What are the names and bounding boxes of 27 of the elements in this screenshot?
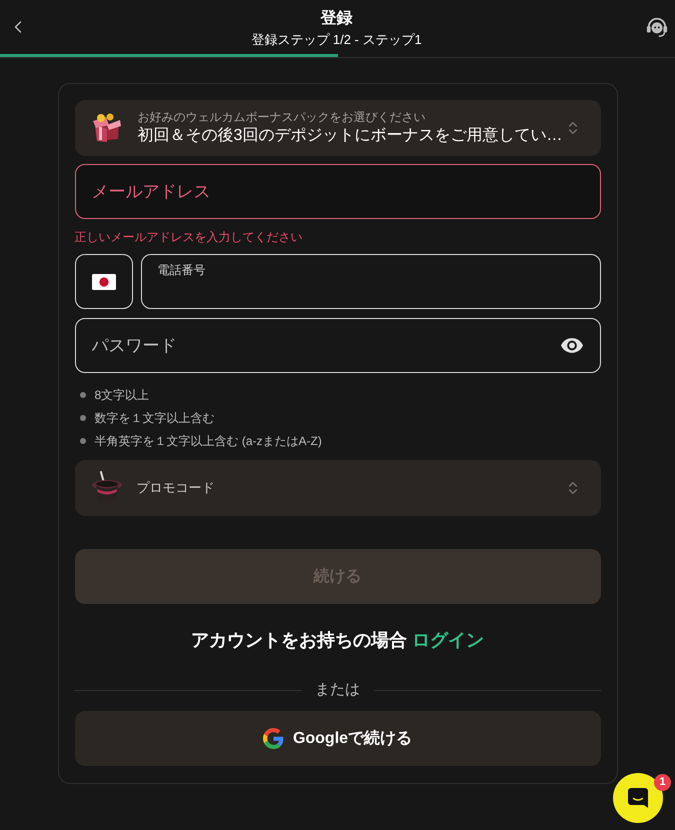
bonus-select-label: お好みのウェルカムボーナスパックをお選びください — [138, 110, 426, 125]
step-subtitle: 登録ステップ 1/2 - ステップ1 — [251, 30, 422, 48]
password-rule-text: 数字を１文字以上含む — [94, 410, 214, 426]
password-rule-text: 8文字以上 — [94, 386, 150, 404]
country-code-button[interactable] — [74, 254, 132, 309]
email-field[interactable]: メールアドレス — [74, 164, 600, 219]
google-logo-icon — [262, 728, 284, 749]
bonus-select-value: 初回＆その後3回のデポジットにボーナスをご用意してい… — [138, 126, 564, 146]
password-rule-text: 半角英字を１文字以上含む (a-zまたはA-Z) — [94, 432, 322, 450]
divider-text: または — [315, 680, 360, 700]
notification-badge: 1 — [654, 774, 671, 791]
login-prompt-text: アカウントをお持ちの場合 ログイン — [190, 629, 485, 652]
email-error-text: 正しいメールアドレスを入力してください — [74, 229, 304, 245]
password-field[interactable]: パスワード — [74, 318, 600, 373]
chat-bubble-icon — [628, 788, 648, 808]
page-title: 登録 — [320, 8, 352, 28]
google-button[interactable]: Googleで続ける — [74, 711, 600, 766]
phone-field[interactable]: 電話番号 — [140, 254, 600, 309]
phone-field-label: 電話番号 — [158, 263, 206, 278]
bonus-select[interactable]: お好みのウェルカムボーナスパックをお選びください 初回＆その後3回のデポジットにボーナスをご用意してい… — [74, 100, 600, 156]
eye-icon[interactable] — [560, 338, 582, 353]
promo-code-placeholder: プロモコード — [136, 479, 216, 498]
login-link[interactable]: ログイン — [412, 630, 484, 650]
promo-code-select[interactable]: プロモコード — [74, 460, 600, 516]
headset-icon — [646, 16, 668, 38]
gift-icon — [90, 113, 122, 143]
japan-flag-icon — [92, 274, 116, 290]
